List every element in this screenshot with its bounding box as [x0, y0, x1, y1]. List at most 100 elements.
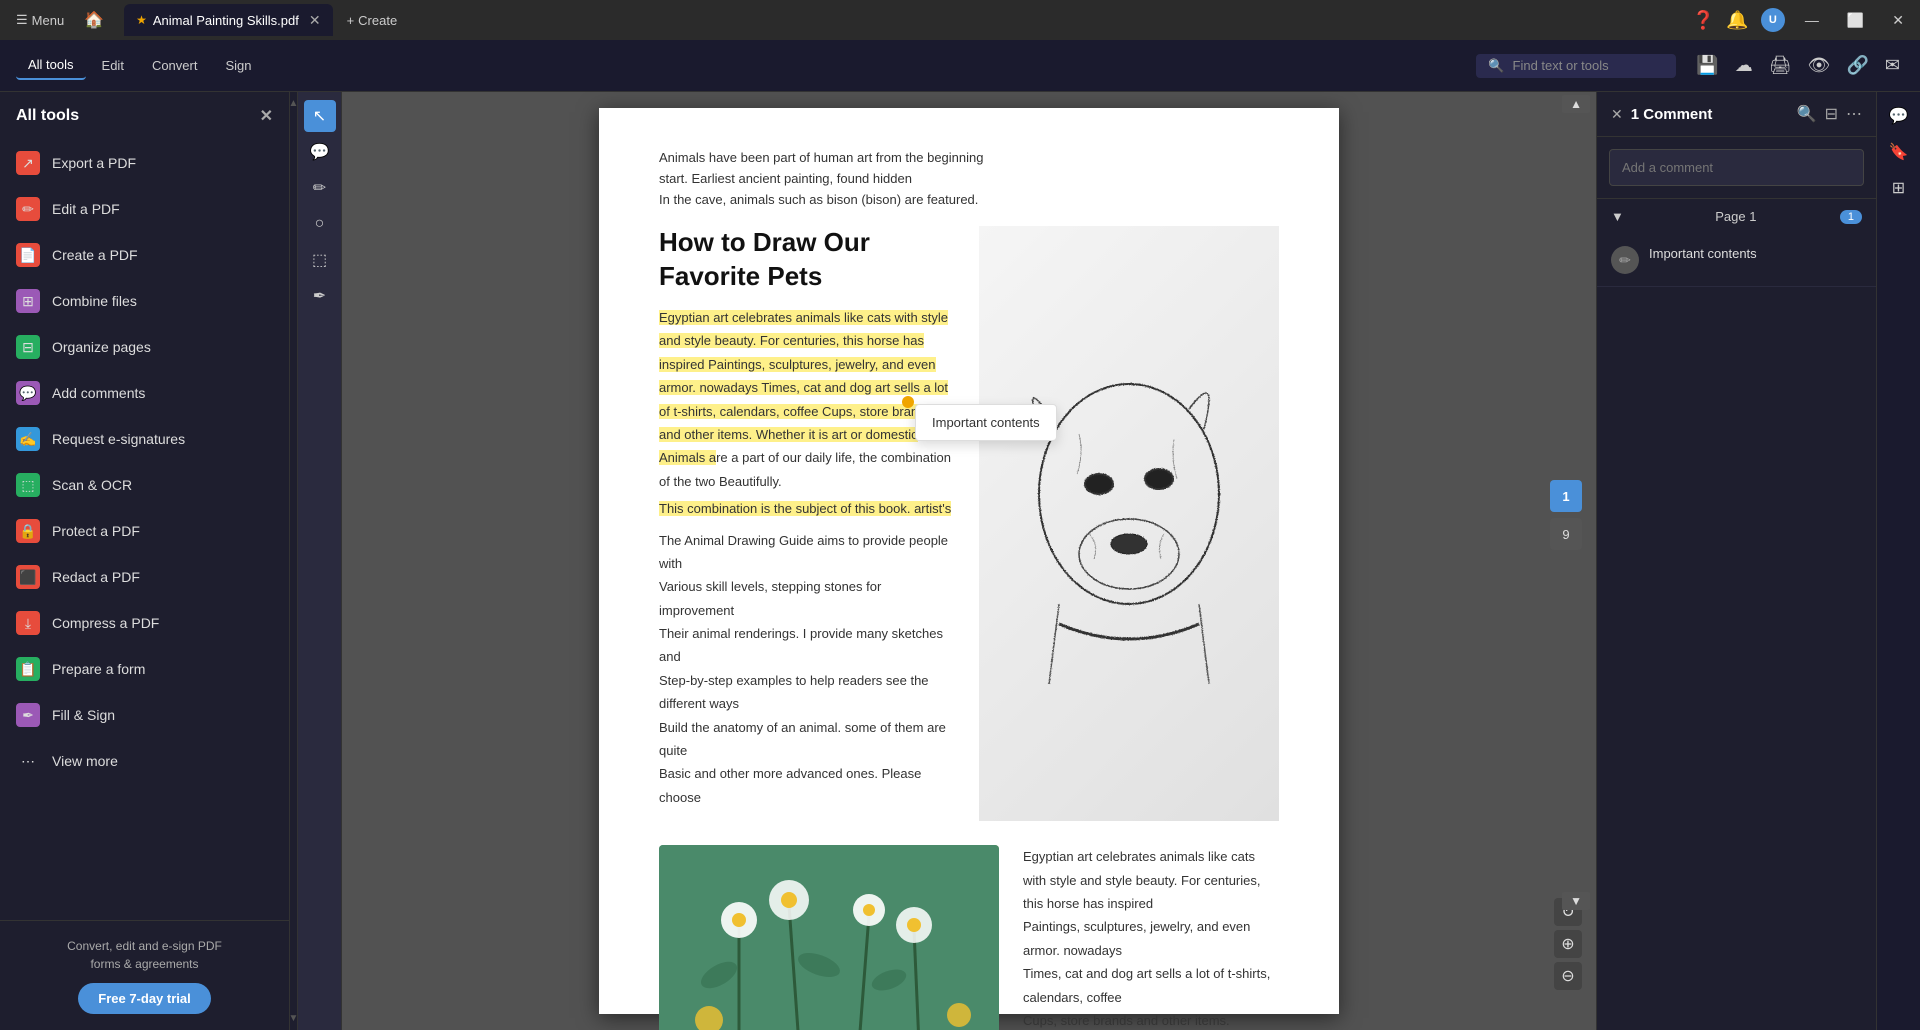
new-tab-button[interactable]: + Create	[337, 9, 408, 32]
right-panel-close-button[interactable]: ✕	[1611, 106, 1623, 123]
organize-tool-label: Organize pages	[52, 339, 151, 355]
search-comments-icon[interactable]: 🔍	[1797, 104, 1817, 124]
pen-tool-button[interactable]: ✒	[304, 280, 336, 312]
tool-item-more[interactable]: ⋯ View more	[0, 738, 289, 784]
tooltip-popup: Important contents	[915, 404, 1057, 441]
home-button[interactable]: 🏠	[76, 6, 112, 34]
fill-tool-label: Fill & Sign	[52, 707, 115, 723]
comment-tool-button[interactable]: 💬	[304, 136, 336, 168]
tab-close-button[interactable]: ✕	[309, 12, 321, 29]
convert-button[interactable]: Convert	[140, 52, 210, 79]
scan-tool-label: Scan & OCR	[52, 477, 132, 493]
tool-item-organize[interactable]: ⊟Organize pages	[0, 324, 289, 370]
left-scrollbar: ▲ ▼	[290, 92, 298, 1030]
eraser-tool-button[interactable]: ○	[304, 208, 336, 240]
tab-area: ★ Animal Painting Skills.pdf ✕ + Create	[124, 4, 1688, 36]
save-icon[interactable]: 💾	[1692, 51, 1722, 80]
tool-item-esign[interactable]: ✍ Request e-signatures	[0, 416, 289, 462]
left-panel: All tools ✕ ↗Export a PDF✏Edit a PDF 📄 Cre…	[0, 92, 290, 1030]
print-icon[interactable]: 🖨	[1765, 51, 1796, 80]
page-section-header[interactable]: ▼ Page 1 1	[1597, 199, 1876, 234]
bookmark-sidebar-button[interactable]: 🔖	[1883, 136, 1915, 168]
edit-button[interactable]: Edit	[90, 52, 136, 79]
title-bar-right: ❓ 🔔 U — ⬜ ✕	[1692, 8, 1912, 32]
hamburger-icon: ☰	[16, 12, 28, 28]
tool-item-edit[interactable]: ✏Edit a PDF	[0, 186, 289, 232]
tool-item-scan[interactable]: ⬚Scan & OCR	[0, 462, 289, 508]
minimize-button[interactable]: —	[1797, 12, 1827, 28]
comment-input-area	[1597, 137, 1876, 199]
help-icon[interactable]: ❓	[1692, 10, 1714, 31]
pdf-body-text: The Animal Drawing Guide aims to provide…	[659, 529, 955, 810]
panel-close-button[interactable]: ✕	[260, 106, 273, 126]
tool-item-combine[interactable]: ⊞Combine files	[0, 278, 289, 324]
zoom-out-button[interactable]: ⊖	[1554, 962, 1582, 990]
tooltip-text: Important contents	[932, 415, 1040, 430]
fill-tool-icon: ✒	[16, 703, 40, 727]
pencil-tool-button[interactable]: ✏	[304, 172, 336, 204]
trial-button[interactable]: Free 7-day trial	[78, 983, 211, 1014]
tool-item-create[interactable]: 📄 Create a PDF	[0, 232, 289, 278]
comment-input[interactable]	[1609, 149, 1864, 186]
compress-tool-icon: ⤓	[16, 611, 40, 635]
viewer-scroll-up[interactable]: ▲	[1562, 95, 1590, 113]
tool-item-form[interactable]: 📋Prepare a form	[0, 646, 289, 692]
viewer-scroll-down[interactable]: ▼	[1562, 892, 1590, 910]
pdf-bottom-section: Egyptian art celebrates animals like cat…	[659, 845, 1279, 1030]
comment-text: Important contents	[1649, 246, 1757, 274]
comment-avatar: ✏	[1611, 246, 1639, 274]
tool-list: ↗Export a PDF✏Edit a PDF 📄 Create a PDF ⊞Co…	[0, 140, 289, 920]
right-panel-header: ✕ 1 Comment 🔍 ⊟ ⋯	[1597, 92, 1876, 137]
protect-tool-icon: 🔒	[16, 519, 40, 543]
tool-item-fill[interactable]: ✒ Fill & Sign	[0, 692, 289, 738]
pdf-viewer[interactable]: Animals have been part of human art from…	[342, 92, 1596, 1030]
filter-comments-icon[interactable]: ⊟	[1825, 104, 1838, 124]
tool-item-redact[interactable]: ⬛Redact a PDF	[0, 554, 289, 600]
create-tool-label: Create a PDF	[52, 247, 138, 263]
all-tools-button[interactable]: All tools	[16, 51, 86, 80]
text-box-tool-button[interactable]: ⬚	[304, 244, 336, 276]
tool-item-export[interactable]: ↗Export a PDF	[0, 140, 289, 186]
zoom-in-button[interactable]: ⊕	[1554, 930, 1582, 958]
more-tool-label: View more	[52, 753, 118, 769]
view-icon[interactable]: 👁	[1804, 51, 1835, 80]
tool-item-comment[interactable]: 💬Add comments	[0, 370, 289, 416]
create-tool-icon: 📄	[16, 243, 40, 267]
sign-button[interactable]: Sign	[213, 52, 263, 79]
pdf-last-highlighted: This combination is the subject of this …	[659, 497, 955, 520]
cloud-icon[interactable]: ☁	[1731, 51, 1757, 80]
bell-icon[interactable]: 🔔	[1726, 10, 1748, 31]
tool-item-protect[interactable]: 🔒 Protect a PDF	[0, 508, 289, 554]
user-avatar[interactable]: U	[1761, 8, 1785, 32]
edit-tool-label: Edit a PDF	[52, 201, 120, 217]
link-icon[interactable]: 🔗	[1842, 51, 1872, 80]
panel-title: All tools	[16, 107, 79, 125]
more-options-icon[interactable]: ⋯	[1846, 104, 1862, 124]
combine-tool-label: Combine files	[52, 293, 137, 309]
dog-image-column	[979, 226, 1279, 821]
mail-icon[interactable]: ✉	[1881, 51, 1904, 80]
search-icon: 🔍	[1488, 58, 1504, 74]
right-panel-title: 1 Comment	[1631, 106, 1789, 123]
grid-sidebar-button[interactable]: ⊞	[1883, 172, 1915, 204]
pdf-page: Animals have been part of human art from…	[599, 108, 1339, 1014]
pdf-title: How to Draw OurFavorite Pets	[659, 226, 955, 294]
active-tab[interactable]: ★ Animal Painting Skills.pdf ✕	[124, 4, 332, 36]
comments-sidebar-button[interactable]: 💬	[1883, 100, 1915, 132]
maximize-button[interactable]: ⬜	[1839, 12, 1872, 29]
star-icon: ★	[136, 13, 147, 27]
right-panel-icon-group: 🔍 ⊟ ⋯	[1797, 104, 1862, 124]
panel-footer: Convert, edit and e-sign PDFforms & agre…	[0, 920, 289, 1030]
more-tool-icon: ⋯	[16, 749, 40, 773]
comment-item: ✏ Important contents	[1597, 234, 1876, 287]
tool-item-compress[interactable]: ⤓Compress a PDF	[0, 600, 289, 646]
title-bar: ☰ Menu 🏠 ★ Animal Painting Skills.pdf ✕ …	[0, 0, 1920, 40]
cursor-tool-button[interactable]: ↖	[304, 100, 336, 132]
protect-tool-label: Protect a PDF	[52, 523, 140, 539]
search-box[interactable]: 🔍 Find text or tools	[1476, 54, 1676, 78]
close-button[interactable]: ✕	[1884, 12, 1912, 29]
esign-tool-label: Request e-signatures	[52, 431, 185, 447]
esign-tool-icon: ✍	[16, 427, 40, 451]
page-number-panel: 1 9	[1550, 480, 1582, 550]
menu-button[interactable]: ☰ Menu	[8, 8, 72, 32]
